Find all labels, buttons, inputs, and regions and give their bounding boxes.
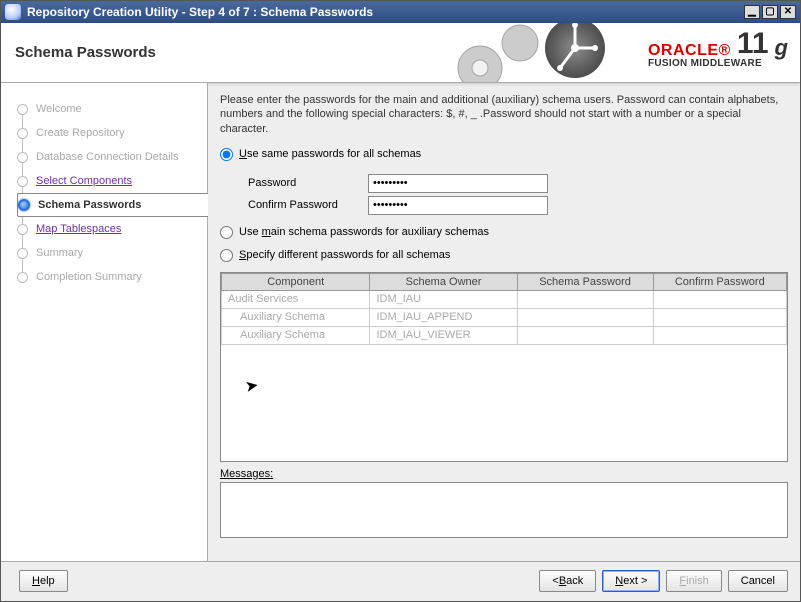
brand-fm-text: FUSION MIDDLEWARE xyxy=(648,59,788,69)
cancel-button[interactable]: Cancel xyxy=(728,570,788,592)
back-button[interactable]: < Back xyxy=(539,570,596,592)
brand-logo: ORACLE® 11g FUSION MIDDLEWARE xyxy=(648,29,788,69)
table-row: Auxiliary Schema IDM_IAU_VIEWER xyxy=(222,326,787,344)
brand-g: g xyxy=(775,37,788,59)
cell-owner: IDM_IAU_VIEWER xyxy=(370,326,517,344)
java-cup-icon xyxy=(5,4,21,20)
maximize-button[interactable]: ▢ xyxy=(762,5,778,19)
cell-component: Auxiliary Schema xyxy=(222,326,370,344)
step-select-components[interactable]: Select Components xyxy=(17,169,197,193)
messages-box[interactable] xyxy=(220,482,788,538)
header: Schema Passwords ORACLE® 11g xyxy=(1,23,800,83)
schema-table: Component Schema Owner Schema Password C… xyxy=(221,273,787,345)
radio-same-passwords-row[interactable]: Use same passwords for all schemas xyxy=(220,148,788,161)
step-welcome: Welcome xyxy=(17,97,197,121)
step-label[interactable]: Select Components xyxy=(36,175,132,187)
instruction-text: Please enter the passwords for the main … xyxy=(220,93,788,136)
minimize-button[interactable]: ▁ xyxy=(744,5,760,19)
password-input[interactable] xyxy=(368,174,548,193)
cell-owner: IDM_IAU_APPEND xyxy=(370,308,517,326)
confirm-password-input[interactable] xyxy=(368,196,548,215)
radio-same-passwords[interactable] xyxy=(220,148,233,161)
radio-main-passwords-row[interactable]: Use main schema passwords for auxiliary … xyxy=(220,226,788,239)
radio-diff-passwords[interactable] xyxy=(220,249,233,262)
schema-table-container: Component Schema Owner Schema Password C… xyxy=(220,272,788,462)
table-row: Auxiliary Schema IDM_IAU_APPEND xyxy=(222,308,787,326)
radio-main-passwords-label[interactable]: Use main schema passwords for auxiliary … xyxy=(239,226,489,238)
step-create-repository: Create Repository xyxy=(17,121,197,145)
page-title: Schema Passwords xyxy=(15,44,156,61)
window-title: Repository Creation Utility - Step 4 of … xyxy=(27,5,744,19)
table-row: Audit Services IDM_IAU xyxy=(222,290,787,308)
password-label: Password xyxy=(248,177,368,189)
footer: Help < Back Next > Finish Cancel xyxy=(1,561,800,599)
step-completion: Completion Summary xyxy=(17,265,197,289)
brand-version: 11 xyxy=(737,29,769,59)
step-label: Create Repository xyxy=(36,127,125,139)
step-label: Welcome xyxy=(36,103,82,115)
cell-component: Auxiliary Schema xyxy=(222,308,370,326)
step-map-tablespaces[interactable]: Map Tablespaces xyxy=(17,217,197,241)
step-schema-passwords[interactable]: Schema Passwords xyxy=(17,193,208,217)
cell-cpw xyxy=(653,326,786,344)
radio-diff-passwords-label[interactable]: Specify different passwords for all sche… xyxy=(239,249,450,261)
finish-button: Finish xyxy=(666,570,721,592)
close-button[interactable]: ✕ xyxy=(780,5,796,19)
next-button[interactable]: Next > xyxy=(602,570,660,592)
step-db-connection: Database Connection Details xyxy=(17,145,197,169)
step-label[interactable]: Map Tablespaces xyxy=(36,223,121,235)
step-label: Summary xyxy=(36,247,83,259)
radio-diff-passwords-row[interactable]: Specify different passwords for all sche… xyxy=(220,249,788,262)
cell-cpw xyxy=(653,308,786,326)
main-panel: Please enter the passwords for the main … xyxy=(208,83,800,561)
titlebar: Repository Creation Utility - Step 4 of … xyxy=(1,1,800,23)
col-confirm[interactable]: Confirm Password xyxy=(653,273,786,290)
brand-oracle-text: ORACLE xyxy=(648,42,719,59)
radio-main-passwords[interactable] xyxy=(220,226,233,239)
step-label: Database Connection Details xyxy=(36,151,178,163)
step-label: Completion Summary xyxy=(36,271,142,283)
messages-label: Messages: xyxy=(220,468,788,480)
cell-owner: IDM_IAU xyxy=(370,290,517,308)
cell-component: Audit Services xyxy=(222,290,370,308)
gears-graphic-icon xyxy=(440,23,630,83)
cell-pw xyxy=(517,308,653,326)
help-button[interactable]: Help xyxy=(19,570,68,592)
step-label: Schema Passwords xyxy=(38,199,141,211)
wizard-sidebar: Welcome Create Repository Database Conne… xyxy=(1,83,208,561)
cell-pw xyxy=(517,290,653,308)
col-password[interactable]: Schema Password xyxy=(517,273,653,290)
radio-same-passwords-label[interactable]: Use same passwords for all schemas xyxy=(239,148,421,160)
confirm-password-label: Confirm Password xyxy=(248,199,368,211)
col-component[interactable]: Component xyxy=(222,273,370,290)
col-owner[interactable]: Schema Owner xyxy=(370,273,517,290)
step-summary: Summary xyxy=(17,241,197,265)
cell-cpw xyxy=(653,290,786,308)
cell-pw xyxy=(517,326,653,344)
